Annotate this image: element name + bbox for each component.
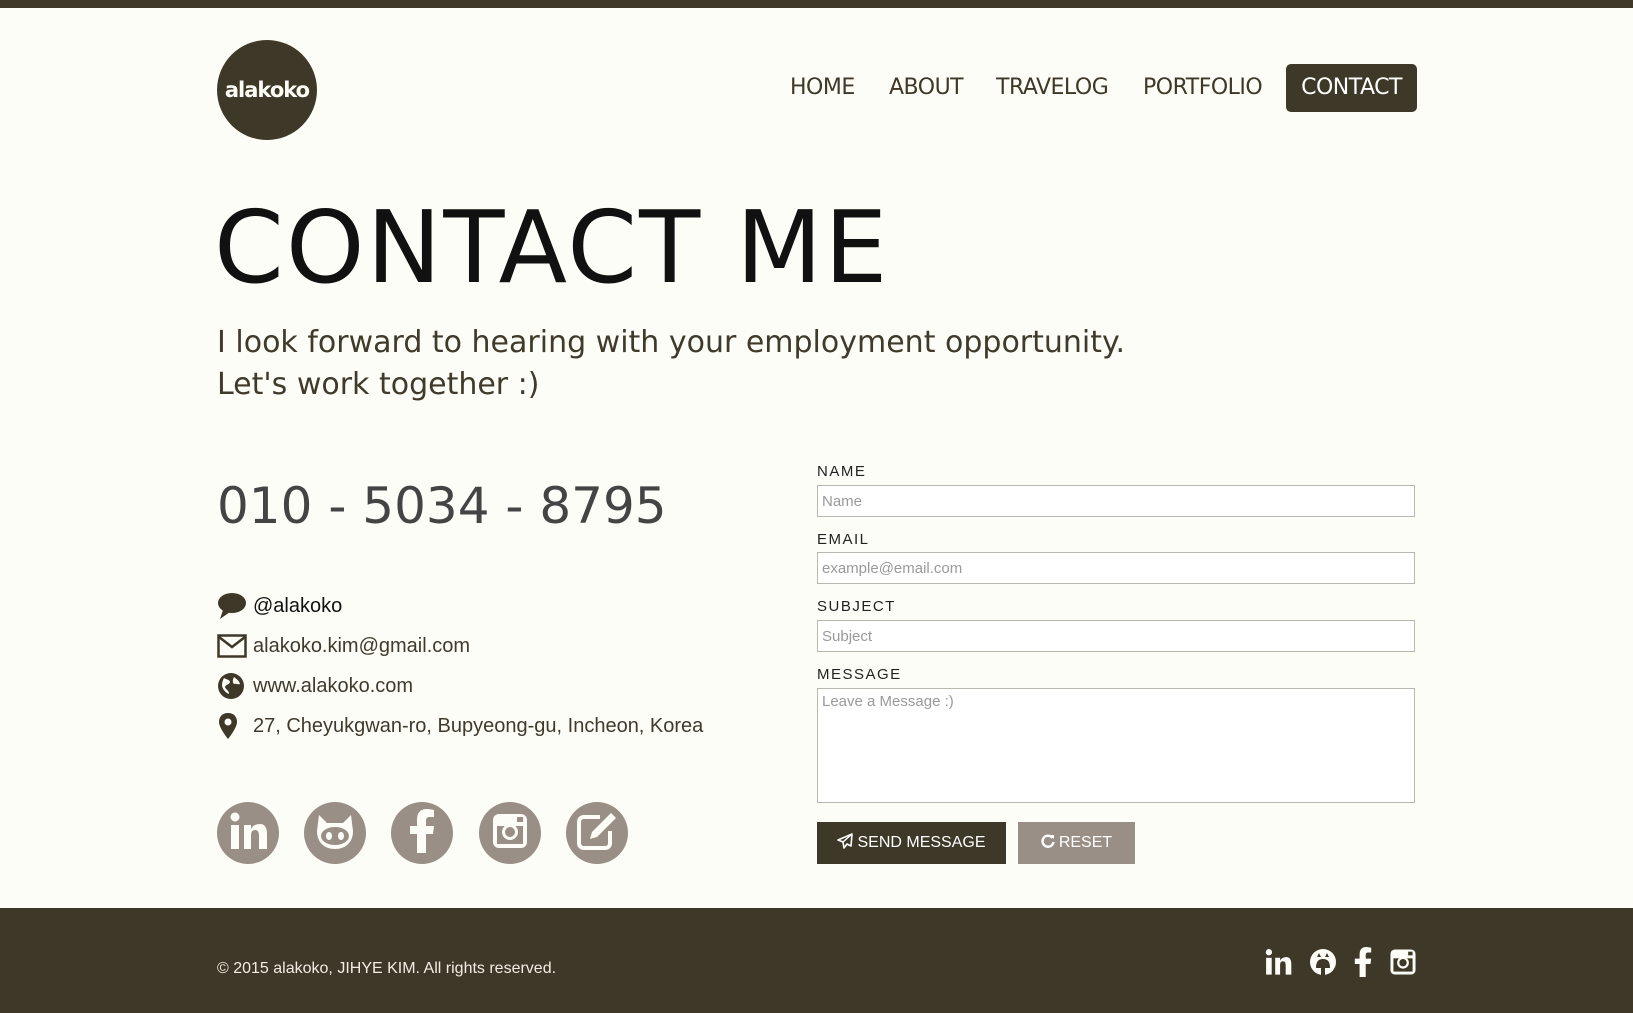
send-message-button[interactable]: SEND MESSAGE [817,822,1006,864]
name-label: NAME [817,463,867,480]
social-instagram-button[interactable] [479,802,541,864]
email-input[interactable] [817,552,1415,584]
footer-instagram-link[interactable] [1387,948,1419,980]
top-border-bar [0,0,1633,8]
contact-row-chat: @alakoko [217,590,342,622]
social-facebook-button[interactable] [391,802,453,864]
nav-item-about[interactable]: ABOUT [889,64,964,112]
contact-row-website: www.alakoko.com [217,670,413,702]
intro-text: I look forward to hearing with your empl… [217,322,1217,406]
contact-address-text: 27, Cheyukgwan-ro, Bupyeong-gu, Incheon,… [253,714,704,737]
intro-line-1: I look forward to hearing with your empl… [217,325,1126,360]
contact-chat-text: @alakoko [253,594,343,617]
contact-row-email: alakoko.kim@gmail.com [217,630,470,662]
social-github-button[interactable] [304,802,366,864]
social-linkedin-button[interactable] [217,802,279,864]
envelope-icon [217,631,247,661]
page-title: CONTACT ME [214,189,890,306]
github-icon [313,811,357,856]
copyright-text: © 2015 alakoko, JIHYE KIM. All rights re… [217,960,557,977]
facebook-icon [409,808,435,858]
refresh-icon [1041,834,1055,853]
instagram-icon [1389,948,1417,981]
linkedin-icon [1264,948,1292,981]
nav-item-travelog[interactable]: TRAVELOG [996,64,1109,112]
name-input[interactable] [817,485,1415,517]
email-label: EMAIL [817,531,870,548]
map-pin-icon [217,711,247,741]
globe-icon [217,671,247,701]
send-message-label: SEND MESSAGE [857,834,986,851]
paper-plane-icon [837,832,854,854]
intro-line-2: Let's work together :) [217,367,540,402]
footer-facebook-link[interactable] [1347,946,1379,982]
footer-linkedin-link[interactable] [1262,948,1294,980]
main-nav: HOME ABOUT TRAVELOG PORTFOLIO CONTACT [0,64,1633,112]
facebook-icon [1354,946,1372,982]
nav-item-contact[interactable]: CONTACT [1286,64,1417,112]
linkedin-icon [228,811,268,856]
message-label: MESSAGE [817,666,902,683]
reset-button[interactable]: RESET [1018,822,1135,864]
site-footer: © 2015 alakoko, JIHYE KIM. All rights re… [0,908,1633,1013]
phone-number: 010 - 5034 - 8795 [217,477,667,535]
blog-edit-icon [576,811,618,856]
social-blog-button[interactable] [566,802,628,864]
reset-label: RESET [1058,834,1113,851]
contact-website-text[interactable]: www.alakoko.com [253,675,413,698]
footer-github-link[interactable] [1307,948,1339,980]
subject-label: SUBJECT [817,598,896,615]
instagram-icon [491,812,529,855]
contact-email-text[interactable]: alakoko.kim@gmail.com [253,635,470,658]
message-textarea[interactable] [817,688,1415,803]
chat-bubble-icon [217,591,247,621]
github-icon [1309,948,1337,981]
subject-input[interactable] [817,620,1415,652]
nav-item-portfolio[interactable]: PORTFOLIO [1143,64,1263,112]
nav-item-home[interactable]: HOME [790,64,855,112]
contact-row-address: 27, Cheyukgwan-ro, Bupyeong-gu, Incheon,… [217,710,703,742]
